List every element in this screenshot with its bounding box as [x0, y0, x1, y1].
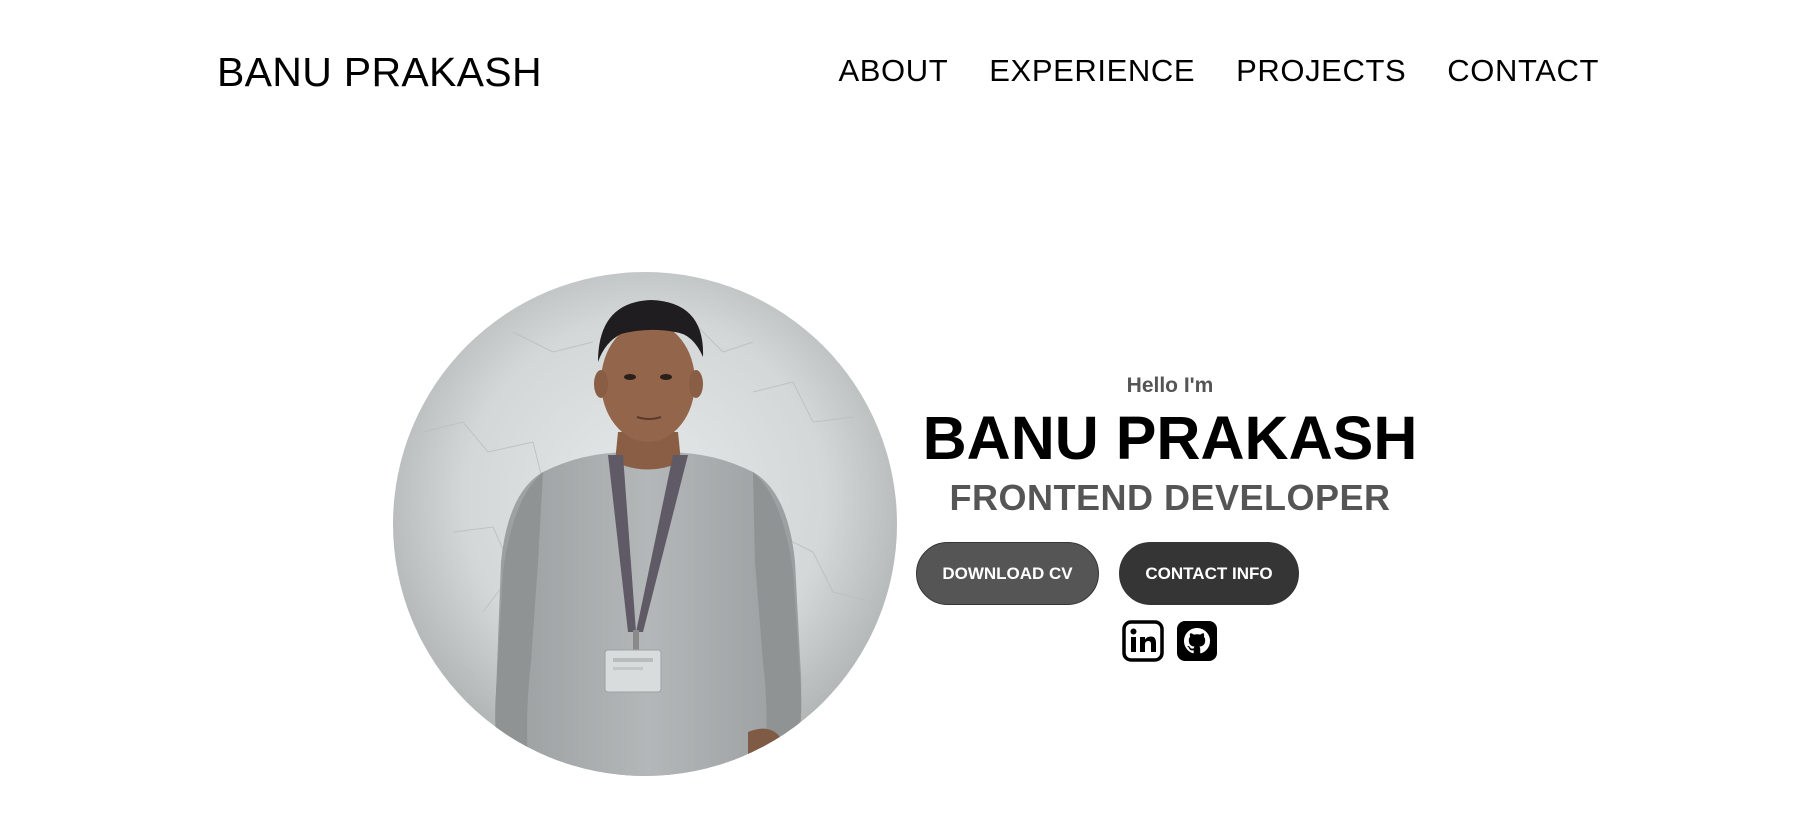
nav-link-projects[interactable]: PROJECTS	[1236, 53, 1406, 88]
profile-role: FRONTEND DEVELOPER	[949, 477, 1391, 518]
nav-link-about[interactable]: ABOUT	[838, 53, 948, 88]
nav-item-projects: PROJECTS	[1236, 53, 1406, 89]
linkedin-icon[interactable]	[1122, 620, 1164, 662]
nav-item-contact: CONTACT	[1447, 53, 1599, 89]
desktop-nav: BANU PRAKASH ABOUT EXPERIENCE PROJECTS C…	[0, 0, 1809, 140]
intro-text: Hello I'm	[1126, 374, 1214, 397]
profile-picture	[393, 272, 897, 776]
nav-item-about: ABOUT	[838, 53, 948, 89]
nav-link-contact[interactable]: CONTACT	[1447, 53, 1599, 88]
contact-info-button[interactable]: CONTACT INFO	[1119, 542, 1299, 605]
download-cv-button[interactable]: DOWNLOAD CV	[916, 542, 1099, 605]
social-icons	[1122, 620, 1218, 662]
button-group: DOWNLOAD CV CONTACT INFO	[916, 542, 1299, 605]
nav-link-experience[interactable]: EXPERIENCE	[989, 53, 1195, 88]
nav-logo[interactable]: BANU PRAKASH	[217, 48, 542, 96]
profile-name: BANU PRAKASH	[922, 404, 1418, 472]
nav-item-experience: EXPERIENCE	[989, 53, 1195, 89]
nav-links: ABOUT EXPERIENCE PROJECTS CONTACT	[838, 53, 1599, 89]
github-icon[interactable]	[1176, 620, 1218, 662]
profile-section: Hello I'm BANU PRAKASH FRONTEND DEVELOPE…	[0, 270, 1809, 780]
